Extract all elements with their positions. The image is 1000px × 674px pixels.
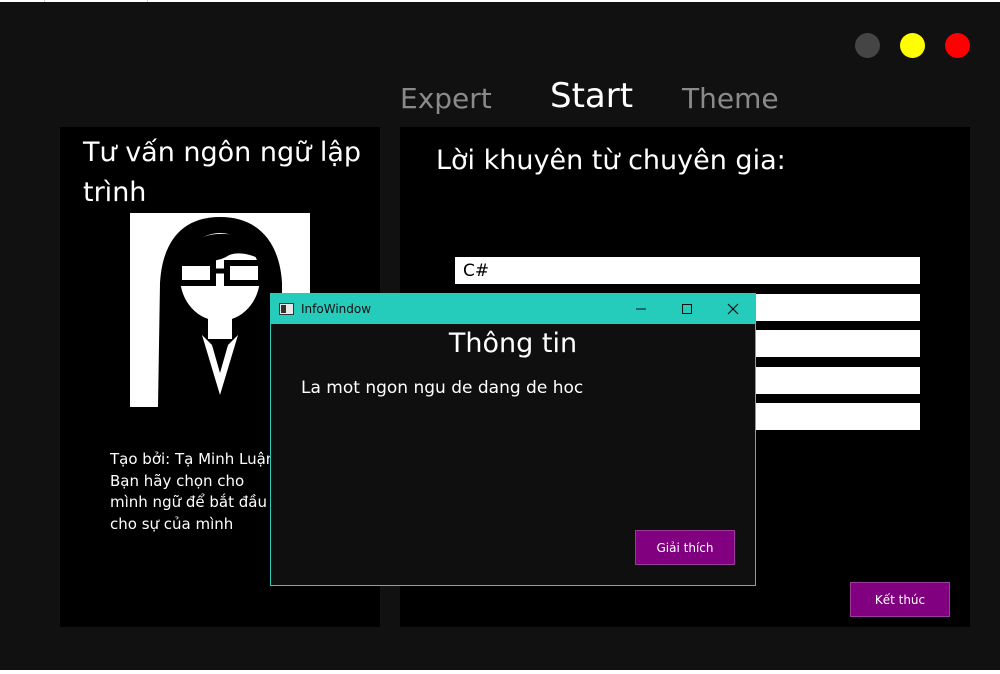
dialog-body-text: La mot ngon ngu de dang de hoc (301, 378, 584, 398)
info-dialog: InfoWindow Thông tin La mot ngon ngu de … (270, 293, 756, 586)
credits-text: Tạo bởi: Tạ Minh Luận Bạn hãy chọn cho m… (110, 449, 280, 535)
screen-bottom-edge (0, 670, 1000, 674)
maximize-icon (682, 304, 692, 314)
dialog-minimize-button[interactable] (618, 294, 664, 324)
answer-field-1[interactable] (455, 257, 920, 284)
minimize-dot-button[interactable] (855, 33, 880, 58)
tab-theme[interactable]: Theme (682, 82, 779, 115)
dialog-titlebar[interactable]: InfoWindow (271, 294, 755, 324)
dialog-maximize-button[interactable] (664, 294, 710, 324)
dialog-heading: Thông tin (448, 328, 578, 359)
minimize-icon (636, 308, 646, 310)
app-title: Tư vấn ngôn ngữ lập trình (83, 137, 362, 208)
dialog-window-title: InfoWindow (301, 302, 372, 316)
explain-button[interactable]: Giải thích (635, 530, 735, 565)
window-icon (279, 303, 294, 315)
maximize-dot-button[interactable] (900, 33, 925, 58)
dialog-close-button[interactable] (710, 294, 756, 324)
close-dot-button[interactable] (945, 33, 970, 58)
tab-start[interactable]: Start (550, 76, 633, 116)
close-icon (727, 303, 739, 315)
advice-title: Lời khuyên từ chuyên gia: (436, 145, 786, 176)
credit-line: Tạo bởi: Tạ Minh Luận (110, 450, 276, 468)
instruction-text: Bạn hãy chọn cho mình ngữ để bắt đầu cho… (110, 471, 267, 533)
tab-expert[interactable]: Expert (400, 82, 492, 115)
end-button[interactable]: Kết thúc (850, 582, 950, 617)
